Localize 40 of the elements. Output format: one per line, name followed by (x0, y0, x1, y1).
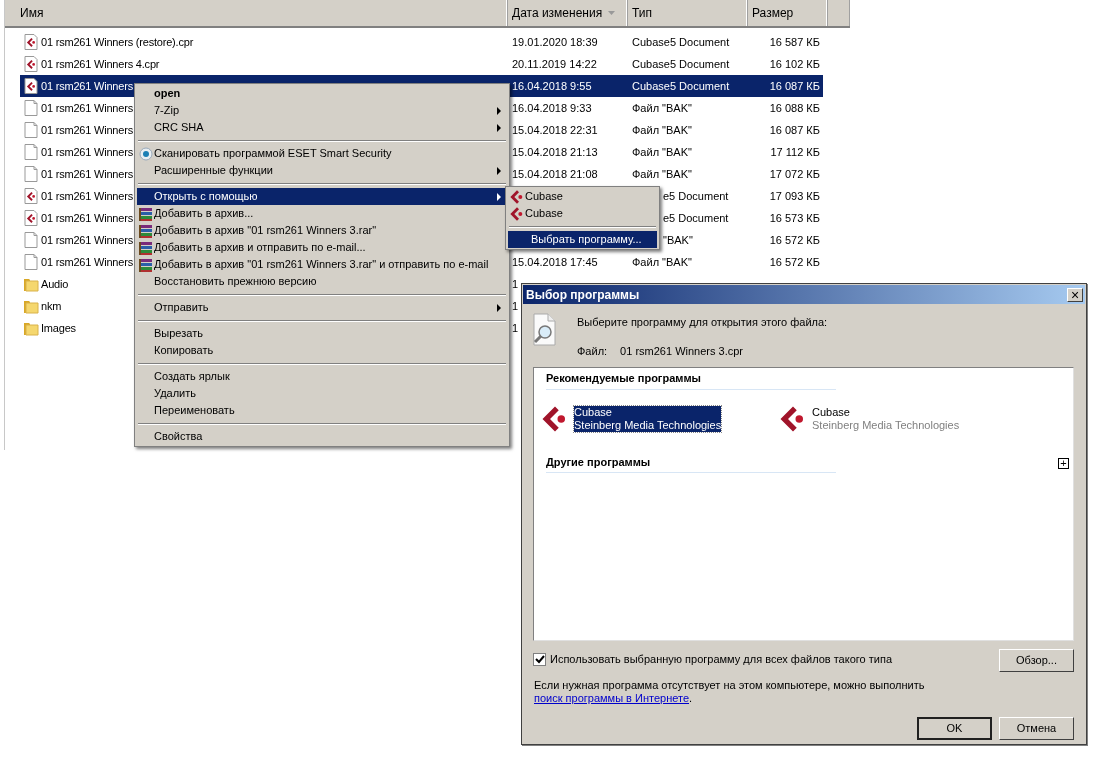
type-cell-text: Файл "BAK" (632, 254, 692, 270)
date-cell-text: 15.04.2018 22:31 (512, 122, 598, 138)
prompt-text: Выберите программу для открытия этого файла: (577, 315, 828, 330)
size-cell-text: 17 112 КБ (770, 144, 820, 160)
date-cell-text: 1 (512, 320, 519, 336)
type-cell-text: "BAK" (663, 232, 693, 248)
file-name: 01 rsm261 Winners 3.cpr (620, 343, 743, 359)
section-heading: Рекомендуемые программы (546, 372, 701, 384)
date-cell-text: 1 (512, 276, 519, 292)
type-cell-text: Файл "BAK" (632, 144, 692, 160)
size-cell-text: 16 573 КБ (769, 210, 820, 226)
date-cell-text: 15.04.2018 21:13 (512, 144, 598, 160)
size-cell-text: 16 088 КБ (769, 100, 820, 116)
date-cell-text: 19.01.2020 18:39 (512, 34, 598, 50)
window-title: Выбор программы (526, 286, 640, 304)
file-label: Файл: (577, 343, 608, 359)
date-cell-text: 16.04.2018 9:33 (512, 100, 592, 116)
size-cell-text: 17 072 КБ (769, 166, 820, 182)
type-cell-text: Cubase5 Document (632, 34, 730, 50)
size-cell-text: 17 093 КБ (769, 188, 820, 204)
type-cell-text: Файл "BAK" (632, 122, 692, 138)
type-cell-text: e5 Document (663, 210, 729, 226)
size-cell-text: 16 087 КБ (769, 78, 820, 94)
date-cell-text: 20.11.2019 14:22 (512, 56, 597, 72)
date-cell-text: 15.04.2018 17:45 (512, 254, 598, 270)
size-cell-text: 16 102 КБ (769, 56, 820, 72)
size-cell-text: 16 587 КБ (769, 34, 820, 50)
type-cell-text: e5 Document (663, 188, 729, 204)
info-text: Если нужная программа отсутствует на этом компьютере, можно выполнить поиск программы в Интернете. (534, 679, 926, 705)
type-cell-text: Файл "BAK" (632, 166, 692, 182)
section-heading: Другие программы (546, 455, 651, 468)
date-cell-text: 16.04.2018 9:55 (512, 78, 592, 94)
date-cell-text: 1 (512, 298, 519, 314)
type-cell-text: Cubase5 Document (632, 78, 730, 94)
size-cell-text: 16 572 КБ (769, 232, 820, 248)
type-cell-text: Файл "BAK" (632, 100, 692, 116)
type-cell-text: Cubase5 Document (632, 56, 730, 72)
size-cell-text: 16 572 КБ (769, 254, 820, 270)
date-cell-text: 15.04.2018 21:08 (512, 166, 598, 182)
size-cell-text: 16 087 КБ (769, 122, 820, 138)
